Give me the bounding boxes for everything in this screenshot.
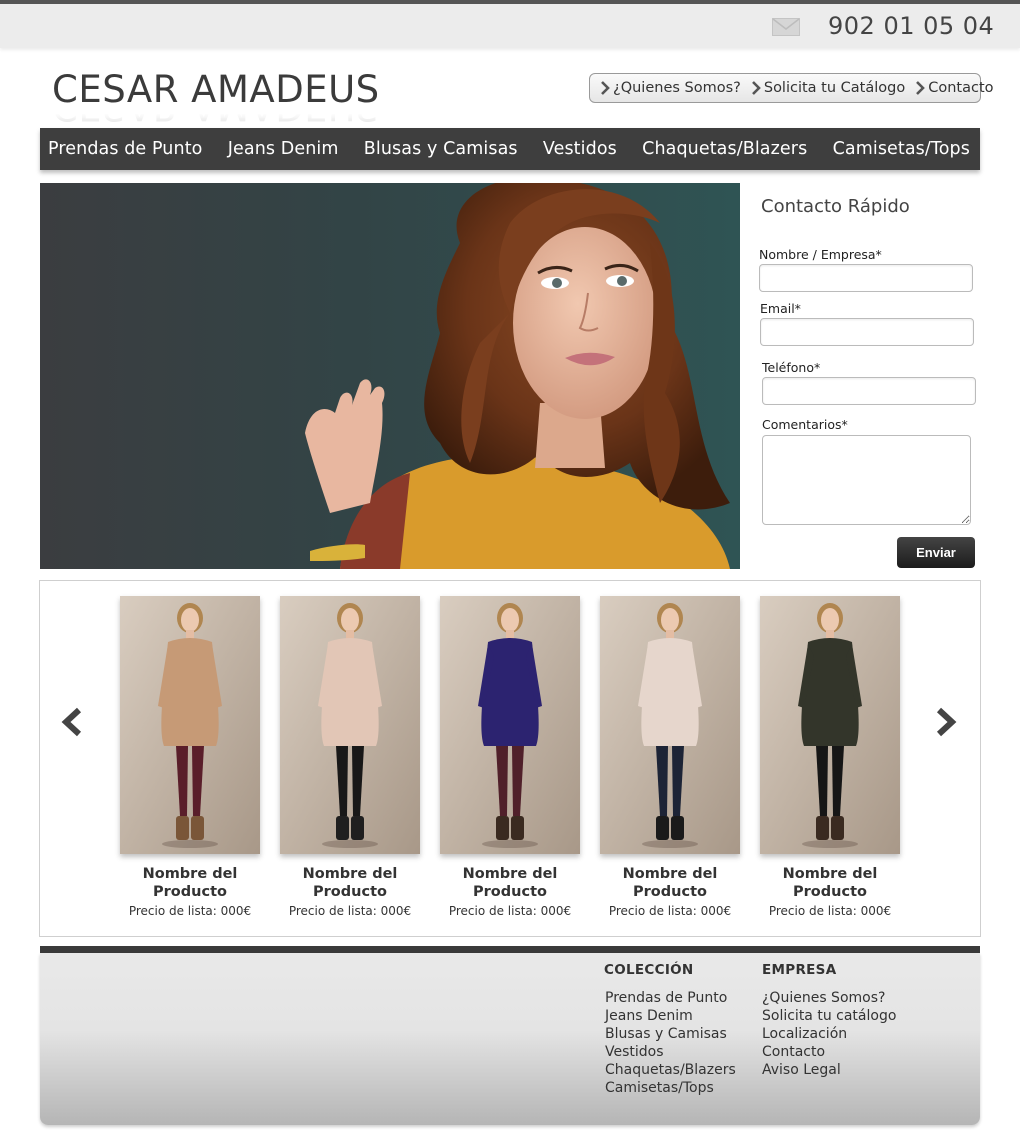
name-label: Nombre / Empresa* <box>759 247 882 262</box>
footer-link[interactable]: Prendas de Punto <box>604 989 736 1007</box>
chevron-right-icon <box>751 81 761 95</box>
comments-field[interactable] <box>762 435 971 525</box>
product-photo[interactable] <box>600 596 740 854</box>
nav-item-blusas-camisas[interactable]: Blusas y Camisas <box>364 139 518 159</box>
top-bar: 902 01 05 04 <box>0 0 1020 48</box>
product-price: Precio de lista: 000€ <box>128 904 252 918</box>
nav-item-vestidos[interactable]: Vestidos <box>543 139 617 159</box>
top-link-contacto[interactable]: Contacto <box>915 80 994 96</box>
top-link-quienes-somos[interactable]: ¿Quienes Somos? <box>600 80 741 96</box>
product-price: Precio de lista: 000€ <box>608 904 732 918</box>
hero-banner-image <box>40 183 740 569</box>
footer-link[interactable]: ¿Quienes Somos? <box>762 989 896 1007</box>
chevron-right-icon <box>601 81 610 95</box>
product-price: Precio de lista: 000€ <box>768 904 892 918</box>
footer-link[interactable]: Blusas y Camisas <box>604 1025 736 1043</box>
top-link-label: Solicita tu Catálogo <box>763 80 906 96</box>
main-nav: Prendas de Punto Jeans Denim Blusas y Ca… <box>40 128 980 170</box>
product-photo[interactable] <box>280 596 420 854</box>
chevron-right-icon <box>916 81 926 95</box>
logo-reflection: CESAR AMADEUS <box>52 104 380 128</box>
chevron-left-icon[interactable] <box>59 707 85 737</box>
nav-item-camisetas-tops[interactable]: Camisetas/Tops <box>833 139 970 159</box>
product-name[interactable]: Nombre del Producto <box>760 865 900 901</box>
comments-label: Comentarios* <box>762 417 848 432</box>
product-name[interactable]: Nombre del Producto <box>120 865 260 901</box>
chevron-right-icon[interactable] <box>933 707 959 737</box>
product-card[interactable]: Nombre del Producto Precio de lista: 000€ <box>120 596 260 918</box>
email-field[interactable] <box>760 318 974 346</box>
footer-link[interactable]: Contacto <box>762 1043 896 1061</box>
product-name[interactable]: Nombre del Producto <box>280 865 420 901</box>
product-card[interactable]: Nombre del Producto Precio de lista: 000€ <box>280 596 420 918</box>
phone-number: 902 01 05 04 <box>828 12 995 40</box>
footer-divider <box>40 946 980 953</box>
product-name[interactable]: Nombre del Producto <box>600 865 740 901</box>
footer-link[interactable]: Jeans Denim <box>604 1007 736 1025</box>
footer-column-empresa: EMPRESA ¿Quienes Somos? Solicita tu catá… <box>762 962 896 1079</box>
product-photo[interactable] <box>440 596 580 854</box>
product-carousel: Nombre del Producto Precio de lista: 000€… <box>39 580 981 937</box>
product-card[interactable]: Nombre del Producto Precio de lista: 000€ <box>600 596 740 918</box>
product-photo[interactable] <box>120 596 260 854</box>
nav-item-jeans-denim[interactable]: Jeans Denim <box>228 139 339 159</box>
contact-form-title: Contacto Rápido <box>761 196 910 217</box>
top-link-label: Contacto <box>928 80 994 96</box>
product-card[interactable]: Nombre del Producto Precio de lista: 000€ <box>440 596 580 918</box>
product-price: Precio de lista: 000€ <box>448 904 572 918</box>
nav-item-prendas-de-punto[interactable]: Prendas de Punto <box>48 139 202 159</box>
footer-link[interactable]: Aviso Legal <box>762 1061 896 1079</box>
footer-link[interactable]: Vestidos <box>604 1043 736 1061</box>
phone-label: Teléfono* <box>762 360 821 375</box>
product-card[interactable]: Nombre del Producto Precio de lista: 000€ <box>760 596 900 918</box>
hero-model-illustration <box>305 183 730 569</box>
footer-link[interactable]: Camisetas/Tops <box>604 1079 736 1097</box>
send-button[interactable]: Enviar <box>897 537 975 568</box>
email-label: Email* <box>760 301 801 316</box>
top-links: ¿Quienes Somos? Solicita tu Catálogo Con… <box>589 73 994 103</box>
envelope-icon[interactable] <box>772 18 800 36</box>
name-field[interactable] <box>759 264 973 292</box>
phone-field[interactable] <box>762 377 976 405</box>
top-link-solicita-catalogo[interactable]: Solicita tu Catálogo <box>751 80 905 96</box>
footer-link[interactable]: Solicita tu catálogo <box>762 1007 896 1025</box>
product-photo[interactable] <box>760 596 900 854</box>
footer-heading: EMPRESA <box>762 962 837 978</box>
footer-link[interactable]: Chaquetas/Blazers <box>604 1061 736 1079</box>
product-name[interactable]: Nombre del Producto <box>440 865 580 901</box>
product-price: Precio de lista: 000€ <box>288 904 412 918</box>
top-link-label: ¿Quienes Somos? <box>613 80 741 96</box>
nav-item-chaquetas-blazers[interactable]: Chaquetas/Blazers <box>642 139 807 159</box>
footer-link[interactable]: Localización <box>762 1025 896 1043</box>
footer-column-coleccion: COLECCIÓN Prendas de Punto Jeans Denim B… <box>604 962 736 1097</box>
footer-heading: COLECCIÓN <box>604 962 694 978</box>
